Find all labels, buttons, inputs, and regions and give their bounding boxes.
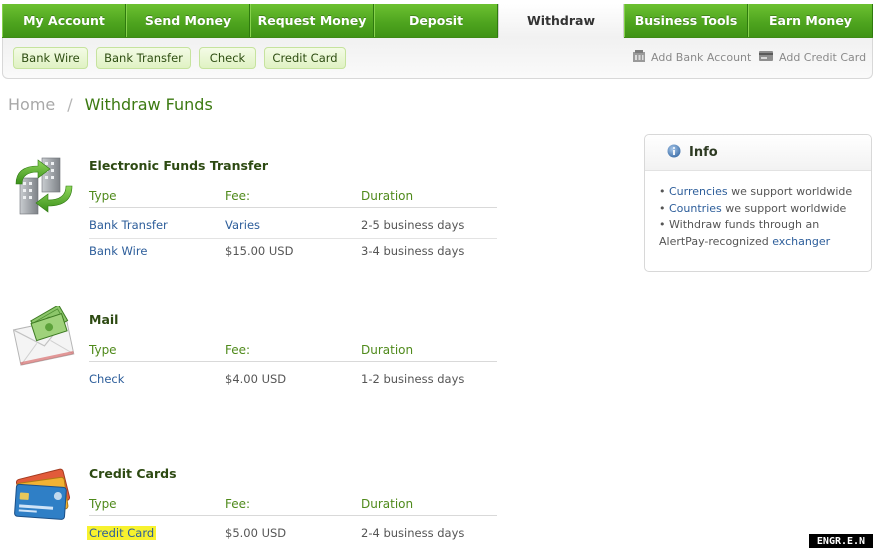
- section-title: Mail: [89, 312, 119, 327]
- add-credit-card-link[interactable]: Add Credit Card: [758, 49, 866, 66]
- table-header: Type Fee: Duration: [89, 491, 497, 516]
- table-row: Bank Transfer Varies 2-5 business days: [89, 212, 497, 239]
- bank-transfer-link[interactable]: Bank Transfer: [89, 218, 168, 232]
- section-title: Credit Cards: [89, 466, 177, 481]
- subnav-bank-wire[interactable]: Bank Wire: [13, 47, 88, 69]
- subnav-bank-transfer[interactable]: Bank Transfer: [96, 47, 191, 69]
- info-list: • Currencies we support worldwide • Coun…: [645, 171, 871, 250]
- list-item: • Withdraw funds through an: [659, 217, 863, 234]
- info-icon: [667, 143, 681, 162]
- duration-value: 2-4 business days: [361, 526, 465, 540]
- breadcrumb-separator: /: [67, 95, 73, 114]
- table-header: Type Fee: Duration: [89, 337, 497, 362]
- bullet: •: [659, 201, 669, 215]
- bank-wire-link[interactable]: Bank Wire: [89, 244, 147, 258]
- mail-money-icon: [10, 304, 76, 376]
- list-item-text: AlertPay-recognized: [659, 234, 773, 248]
- breadcrumb: Home / Withdraw Funds: [8, 95, 213, 114]
- header-duration: Duration: [361, 343, 414, 357]
- countries-link[interactable]: Countries: [669, 202, 722, 215]
- info-panel: Info • Currencies we support worldwide •…: [644, 134, 872, 272]
- tab-request-money[interactable]: Request Money: [250, 4, 374, 37]
- section-title: Electronic Funds Transfer: [89, 158, 269, 173]
- header-type: Type: [89, 189, 117, 203]
- tab-earn-money[interactable]: Earn Money: [748, 4, 873, 37]
- header-fee: Fee:: [225, 497, 251, 511]
- table-row: Credit Card $5.00 USD 2-4 business days: [87, 520, 497, 546]
- currencies-link[interactable]: Currencies: [669, 185, 728, 198]
- main-nav: My Account Send Money Request Money Depo…: [2, 4, 873, 38]
- card-icon: [758, 49, 774, 66]
- list-item-text: Withdraw funds through an: [669, 218, 820, 231]
- table-header: Type Fee: Duration: [89, 183, 497, 208]
- tab-deposit[interactable]: Deposit: [374, 4, 498, 37]
- credit-card-link[interactable]: Credit Card: [87, 526, 157, 540]
- bank-icon: [632, 49, 646, 66]
- table-row: Bank Wire $15.00 USD 3-4 business days: [89, 238, 497, 264]
- sub-nav: Bank Wire Bank Transfer Check Credit Car…: [2, 38, 873, 79]
- header-duration: Duration: [361, 497, 414, 511]
- section-mail: Mail Type Fee: Duration Check $4.00 USD …: [0, 304, 500, 404]
- section-eft: Electronic Funds Transfer Type Fee: Dura…: [0, 150, 500, 280]
- fee-value: $15.00 USD: [225, 244, 294, 258]
- breadcrumb-home[interactable]: Home: [8, 95, 55, 114]
- check-link[interactable]: Check: [89, 372, 124, 386]
- header-fee: Fee:: [225, 343, 251, 357]
- fee-value: $5.00 USD: [225, 526, 287, 540]
- info-title: Info: [689, 145, 718, 160]
- fee-value: $4.00 USD: [225, 372, 287, 386]
- section-credit-cards: Credit Cards Type Fee: Duration Credit C…: [0, 458, 500, 551]
- list-item-text: we support worldwide: [727, 185, 853, 198]
- bullet: •: [659, 218, 669, 231]
- header-type: Type: [89, 497, 117, 511]
- exchanger-link[interactable]: exchanger: [772, 235, 830, 248]
- tab-business-tools[interactable]: Business Tools: [624, 4, 748, 37]
- subnav-check[interactable]: Check: [199, 47, 256, 69]
- watermark: ENGR.E.N: [809, 534, 873, 548]
- list-item-continued: AlertPay-recognized exchanger: [659, 234, 863, 251]
- bullet: •: [659, 185, 669, 198]
- tab-send-money[interactable]: Send Money: [126, 4, 250, 37]
- tab-my-account[interactable]: My Account: [2, 4, 126, 37]
- duration-value: 1-2 business days: [361, 372, 465, 386]
- list-item: • Currencies we support worldwide: [659, 184, 863, 201]
- add-bank-account-link[interactable]: Add Bank Account: [632, 49, 751, 66]
- add-bank-account-label: Add Bank Account: [651, 51, 752, 64]
- subnav-credit-card[interactable]: Credit Card: [264, 47, 346, 69]
- duration-value: 2-5 business days: [361, 218, 465, 232]
- info-header: Info: [645, 135, 871, 171]
- list-item-text: we support worldwide: [721, 201, 847, 215]
- bank-transfer-icon: [10, 154, 76, 222]
- header-duration: Duration: [361, 189, 414, 203]
- add-credit-card-label: Add Credit Card: [779, 51, 867, 64]
- header-type: Type: [89, 343, 117, 357]
- table-row: Check $4.00 USD 1-2 business days: [89, 366, 497, 392]
- duration-value: 3-4 business days: [361, 244, 465, 258]
- fee-varies-link[interactable]: Varies: [225, 218, 260, 232]
- credit-cards-icon: [10, 464, 76, 530]
- list-item: • Countries we support worldwide: [659, 201, 863, 218]
- tab-withdraw[interactable]: Withdraw: [498, 4, 624, 38]
- page-title: Withdraw Funds: [84, 95, 213, 114]
- header-fee: Fee:: [225, 189, 251, 203]
